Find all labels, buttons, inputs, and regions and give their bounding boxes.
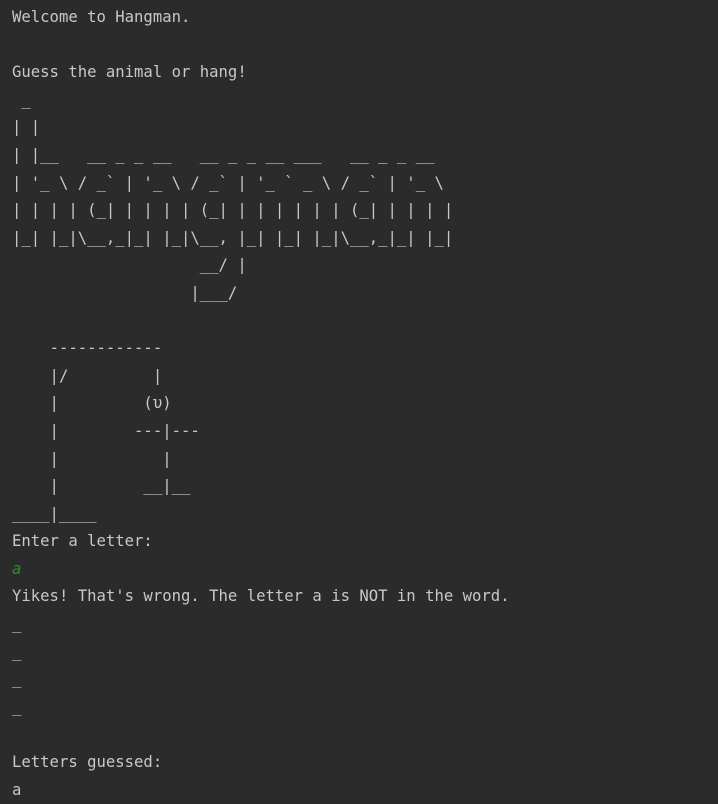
wrong-guess-message: Yikes! That's wrong. The letter a is NOT… [12,587,510,606]
gallows-line: ------------ [12,339,163,358]
ascii-title-line: | '_ \ / _` | '_ \ / _` | '_ ` _ \ / _` … [12,173,444,192]
word-blank-slot: _ [12,670,22,689]
letters-guessed-label: Letters guessed: [12,753,163,772]
ascii-title-line: |_| |_|\__,_|_| |_|\__, |_| |_| |_|\__,_… [12,228,454,247]
ascii-title-line: _ [12,90,31,109]
word-blank-slot: _ [12,615,22,634]
gallows-line: | __|__ [12,477,191,496]
gallows-line: | ---|--- [12,421,200,440]
prompt-message: Guess the animal or hang! [12,63,247,82]
word-blank-slot: _ [12,642,22,661]
letters-guessed-value: a [12,780,22,799]
ascii-title-line: __/ | [12,256,247,275]
gallows-line: | | [12,449,172,468]
ascii-title-line: |___/ [12,283,238,302]
enter-letter-prompt: Enter a letter: [12,532,153,551]
ascii-title-line: | | [12,118,41,137]
console-output: Welcome to Hangman. Guess the animal or … [12,4,718,802]
gallows-line: |/ | [12,366,163,385]
word-blank-slot: _ [12,697,22,716]
user-input-echo[interactable]: a [12,556,718,584]
gallows-line: ____|____ [12,504,97,523]
welcome-message: Welcome to Hangman. [12,8,191,26]
ascii-title-line: | | | | (_| | | | | (_| | | | | | | (_| … [12,201,454,220]
ascii-title-line: | |__ __ _ _ __ __ _ _ __ ___ __ _ _ __ [12,145,435,164]
gallows-line: | (υ) [12,394,172,413]
